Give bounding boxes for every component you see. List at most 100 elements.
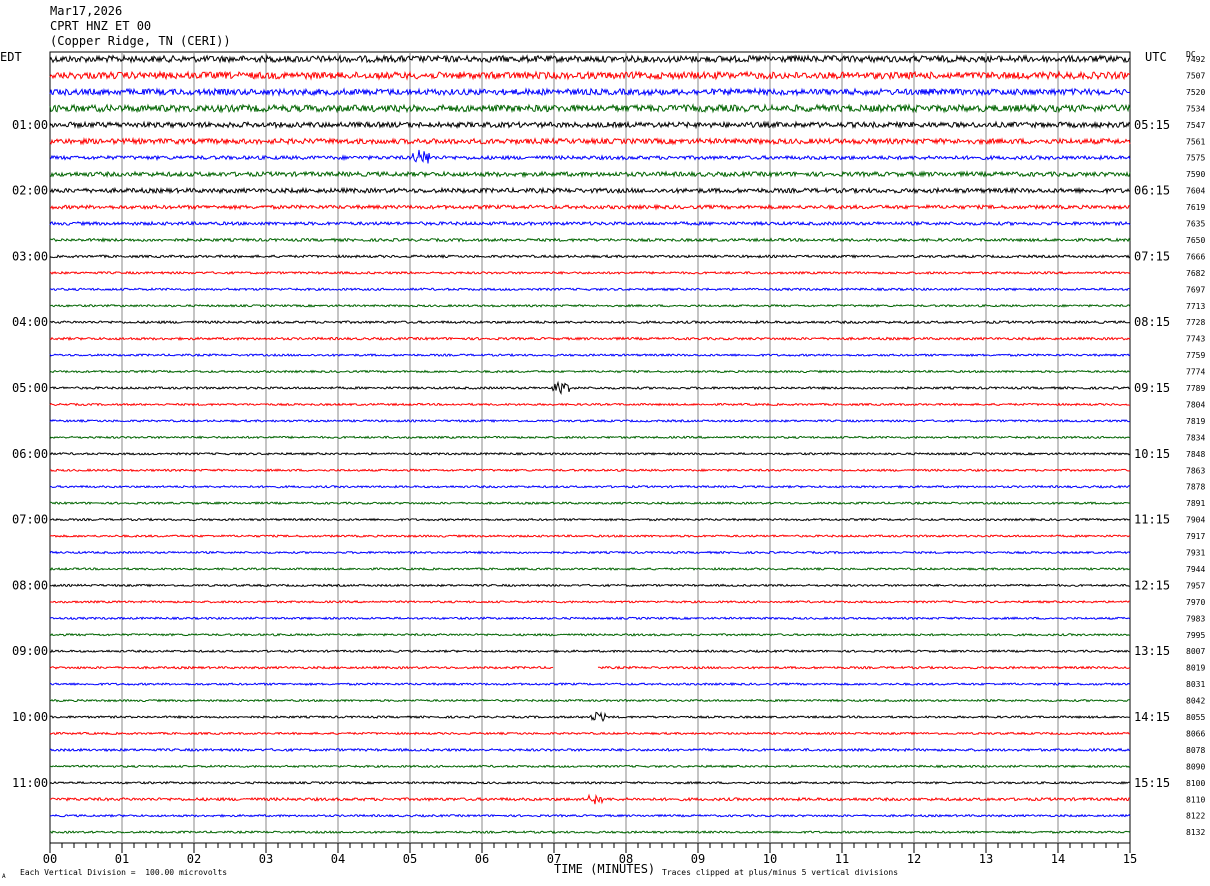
trace-line [49,583,1131,588]
x-tick-label: 12 [907,852,921,866]
dc-offset-label: 8066 [1186,729,1205,738]
utc-hour-label: 15:15 [1134,776,1170,790]
trace-line [49,780,1131,785]
trace-line [49,380,1131,395]
dc-offset-label: 7728 [1186,318,1205,327]
dc-offset-label: 7520 [1186,88,1205,97]
trace-line [49,53,1131,64]
dc-offset-label: 8122 [1186,812,1205,821]
trace-line [49,534,1131,538]
trace-line [49,418,1131,423]
dc-offset-label: 7666 [1186,252,1205,261]
dc-offset-label: 7575 [1186,154,1205,163]
utc-hour-label: 09:15 [1134,381,1170,395]
helicorder-plot: 7492 7507 7520 7534 7547 7561 7575 7590 7604 7619… [12,51,1205,866]
trace-line [49,830,1131,835]
x-tick-label: 00 [43,852,57,866]
trace-line [49,632,1131,637]
x-tick-label: 05 [403,852,417,866]
edt-hour-label: 10:00 [12,710,48,724]
utc-hour-label: 08:15 [1134,315,1170,329]
trace-line [49,103,1131,114]
trace-line [49,682,1131,687]
dc-offset-label: 7590 [1186,170,1205,179]
dc-offset-label: 7834 [1186,433,1205,442]
dc-offset-label: 8132 [1186,828,1205,837]
trace-line [49,149,1131,164]
dc-offset-label: 7774 [1186,368,1205,377]
dc-offset-label: 8019 [1186,664,1205,673]
utc-hour-label: 13:15 [1134,644,1170,658]
dc-offset-label: 7713 [1186,302,1205,311]
edt-hour-label: 02:00 [12,184,48,198]
trace-line [49,203,1131,211]
x-tick-label: 09 [691,852,705,866]
dc-offset-label: 8100 [1186,779,1205,788]
dc-offset-label: 7944 [1186,565,1205,574]
utc-hour-label: 06:15 [1134,184,1170,198]
trace-line [49,550,1131,555]
dc-offset-label: 7917 [1186,532,1205,541]
trace-line [49,731,1131,736]
dc-offset-label: 8078 [1186,746,1205,755]
x-tick-label: 13 [979,852,993,866]
dc-offset-label: 7604 [1186,187,1205,196]
dc-offset-label: 7789 [1186,384,1205,393]
trace-line [49,254,1131,259]
trace-line [49,711,1130,723]
dc-offset-label: 7619 [1186,203,1205,212]
dc-offset-label: 7507 [1186,71,1205,80]
dc-offset-label: 7492 [1186,55,1205,64]
dc-offset-label: 7804 [1186,400,1205,409]
edt-hour-label: 05:00 [12,381,48,395]
utc-hour-label: 05:15 [1134,118,1170,132]
dc-offset-label: 7635 [1186,220,1205,229]
x-tick-label: 14 [1051,852,1065,866]
dc-offset-label: 7547 [1186,121,1205,130]
plot-frame [49,51,1131,844]
trace-line [49,813,1131,818]
dc-offset-label: 7743 [1186,335,1205,344]
trace-line [49,402,1131,407]
dc-offset-label: 7819 [1186,417,1205,426]
corner-mark: A [2,873,6,880]
dc-offset-label: 7995 [1186,631,1205,640]
utc-hour-label: 10:15 [1134,447,1170,461]
edt-hour-label: 06:00 [12,447,48,461]
trace-line [49,336,1131,341]
edt-hour-label: 11:00 [12,776,48,790]
dc-offset-label: 7650 [1186,236,1205,245]
trace-line [49,649,1131,654]
trace-line [50,501,1131,506]
trace-line [49,747,1131,753]
x-tick-label: 15 [1123,852,1137,866]
trace-line [49,303,1131,308]
dc-offset-label: 7534 [1186,104,1205,113]
dc-offset-label: 7682 [1186,269,1205,278]
trace-line [49,599,1130,604]
x-tick-label: 03 [259,852,273,866]
trace-line [49,566,1131,571]
trace-line [597,665,1131,670]
x-tick-label: 11 [835,852,849,866]
edt-hour-label: 07:00 [12,513,48,527]
clip-note: Traces clipped at plus/minus 5 vertical … [662,868,899,877]
utc-hour-label: 07:15 [1134,249,1170,263]
trace-line [49,484,1131,489]
x-tick-label: 10 [763,852,777,866]
dc-offset-label: 7970 [1186,598,1205,607]
trace-line [49,764,1131,769]
edt-hour-label: 09:00 [12,644,48,658]
dc-offset-label: 7863 [1186,466,1205,475]
x-tick-label: 04 [331,852,345,866]
trace-line [49,87,1131,97]
x-tick-label: 02 [187,852,201,866]
trace-line [49,793,1131,805]
trace-line [49,319,1131,325]
trace-line [49,353,1131,358]
utc-hour-label: 11:15 [1134,513,1170,527]
trace-line [49,237,1131,243]
trace-line [49,270,1131,276]
trace-line [49,220,1131,227]
trace-line [49,468,1131,473]
